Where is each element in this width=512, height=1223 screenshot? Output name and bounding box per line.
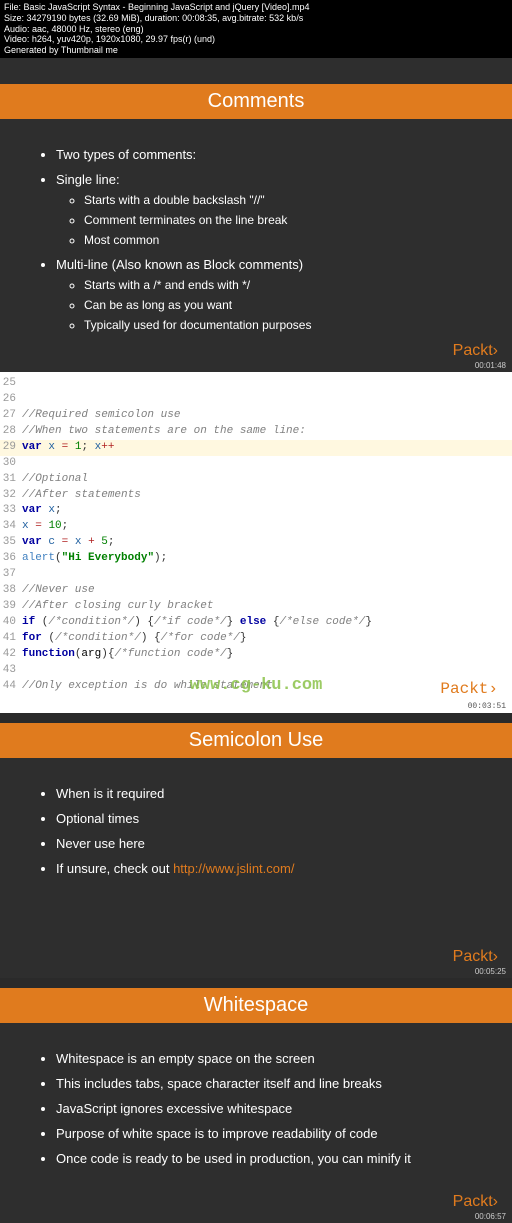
slide-title: Whitespace bbox=[0, 988, 512, 1023]
meta-audio: Audio: aac, 48000 Hz, stereo (eng) bbox=[4, 24, 508, 35]
code-line: 44//Only exception is do while statement bbox=[0, 679, 512, 695]
packt-logo: Packt› bbox=[453, 342, 498, 360]
code-line: 32//After statements bbox=[0, 488, 512, 504]
list-item: When is it required bbox=[56, 786, 484, 801]
bullet-list: When is it required Optional times Never… bbox=[38, 786, 484, 876]
list-item: Single line: Starts with a double backsl… bbox=[56, 172, 484, 247]
code-line: 29var x = 1; x++ bbox=[0, 440, 512, 456]
jslint-link[interactable]: http://www.jslint.com/ bbox=[173, 861, 294, 876]
code-line: 27//Required semicolon use bbox=[0, 408, 512, 424]
code-line: 37 bbox=[0, 567, 512, 583]
list-item: Never use here bbox=[56, 836, 484, 851]
packt-logo: Packt› bbox=[453, 1193, 498, 1211]
timestamp: 00:06:57 bbox=[475, 1212, 506, 1221]
list-item: Typically used for documentation purpose… bbox=[84, 318, 484, 332]
list-item: Starts with a double backslash "//" bbox=[84, 193, 484, 207]
list-item: Once code is ready to be used in product… bbox=[56, 1151, 484, 1166]
timestamp: 00:03:51 bbox=[468, 701, 506, 713]
file-metadata: File: Basic JavaScript Syntax - Beginnin… bbox=[0, 0, 512, 58]
bullet-list: Two types of comments: Single line: Star… bbox=[38, 147, 484, 332]
list-item: This includes tabs, space character itse… bbox=[56, 1076, 484, 1091]
meta-file: File: Basic JavaScript Syntax - Beginnin… bbox=[4, 2, 508, 13]
slide-whitespace: Whitespace Whitespace is an empty space … bbox=[0, 988, 512, 1223]
packt-logo: Packt› bbox=[440, 678, 498, 701]
code-line: 33var x; bbox=[0, 503, 512, 519]
bullet-list: Whitespace is an empty space on the scre… bbox=[38, 1051, 484, 1166]
code-line: 25 bbox=[0, 376, 512, 392]
slide-comments: Comments Two types of comments: Single l… bbox=[0, 58, 512, 372]
timestamp: 00:01:48 bbox=[475, 361, 506, 370]
meta-size: Size: 34279190 bytes (32.69 MiB), durati… bbox=[4, 13, 508, 24]
slide-title: Semicolon Use bbox=[0, 723, 512, 758]
code-line: 40if (/*condition*/) {/*if code*/} else … bbox=[0, 615, 512, 631]
code-line: 39//After closing curly bracket bbox=[0, 599, 512, 615]
code-line: 38//Never use bbox=[0, 583, 512, 599]
list-item: Two types of comments: bbox=[56, 147, 484, 162]
code-line: 28//When two statements are on the same … bbox=[0, 424, 512, 440]
slide-semicolon: Semicolon Use When is it required Option… bbox=[0, 723, 512, 978]
list-item: Purpose of white space is to improve rea… bbox=[56, 1126, 484, 1141]
list-item: Most common bbox=[84, 233, 484, 247]
timestamp: 00:05:25 bbox=[475, 967, 506, 976]
code-editor: 252627//Required semicolon use28//When t… bbox=[0, 372, 512, 713]
code-line: 31//Optional bbox=[0, 472, 512, 488]
list-item: Comment terminates on the line break bbox=[84, 213, 484, 227]
list-item: Whitespace is an empty space on the scre… bbox=[56, 1051, 484, 1066]
code-line: 26 bbox=[0, 392, 512, 408]
meta-generated: Generated by Thumbnail me bbox=[4, 45, 508, 56]
link-prefix: If unsure, check out bbox=[56, 861, 173, 876]
list-item: Can be as long as you want bbox=[84, 298, 484, 312]
packt-logo: Packt› bbox=[453, 948, 498, 966]
code-line: 41for (/*condition*/) {/*for code*/} bbox=[0, 631, 512, 647]
code-line: 42function(arg){/*function code*/} bbox=[0, 647, 512, 663]
list-item: Multi-line (Also known as Block comments… bbox=[56, 257, 484, 332]
slide-title: Comments bbox=[0, 84, 512, 119]
meta-video: Video: h264, yuv420p, 1920x1080, 29.97 f… bbox=[4, 34, 508, 45]
list-item: Starts with a /* and ends with */ bbox=[84, 278, 484, 292]
code-line: 30 bbox=[0, 456, 512, 472]
list-item: If unsure, check out http://www.jslint.c… bbox=[56, 861, 484, 876]
list-item: JavaScript ignores excessive whitespace bbox=[56, 1101, 484, 1116]
code-line: 34x = 10; bbox=[0, 519, 512, 535]
code-line: 36alert("Hi Everybody"); bbox=[0, 551, 512, 567]
code-line: 43 bbox=[0, 663, 512, 679]
list-item: Optional times bbox=[56, 811, 484, 826]
code-line: 35var c = x + 5; bbox=[0, 535, 512, 551]
